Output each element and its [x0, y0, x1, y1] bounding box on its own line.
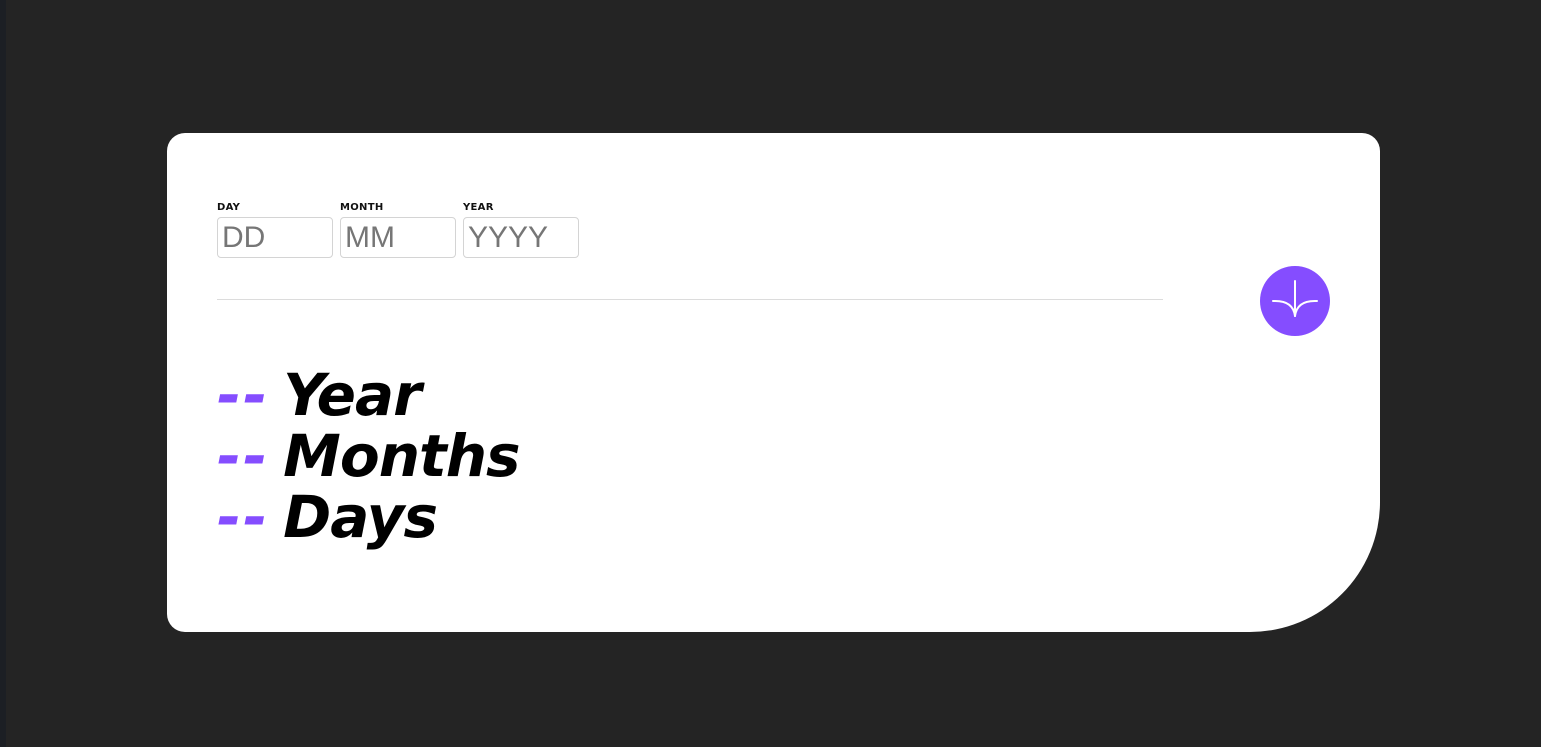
day-field: DAY	[217, 201, 333, 258]
day-input[interactable]	[217, 217, 333, 258]
divider	[217, 299, 1163, 300]
months-unit: Months	[283, 422, 520, 490]
submit-button[interactable]	[1260, 266, 1330, 336]
result-years: -- Year	[217, 365, 520, 426]
day-label: DAY	[217, 202, 241, 213]
days-value: --	[217, 483, 270, 551]
results-panel: -- Year -- Months -- Days	[217, 365, 521, 548]
window-edge	[0, 0, 6, 747]
year-input[interactable]	[463, 217, 579, 258]
days-unit: Days	[283, 483, 438, 551]
month-field: MONTH	[340, 201, 456, 258]
arrow-down-icon	[1272, 280, 1318, 317]
months-value: --	[217, 422, 270, 490]
result-days: -- Days	[217, 487, 520, 548]
month-label: MONTH	[340, 202, 384, 213]
years-unit: Year	[283, 361, 422, 429]
month-input[interactable]	[340, 217, 456, 258]
date-input-group: DAY MONTH YEAR	[217, 201, 579, 258]
years-value: --	[217, 361, 270, 429]
result-months: -- Months	[217, 422, 521, 490]
age-calculator-card: DAY MONTH YEAR -- Year -- Months --	[167, 133, 1380, 632]
year-field: YEAR	[463, 201, 579, 258]
year-label: YEAR	[463, 202, 494, 213]
